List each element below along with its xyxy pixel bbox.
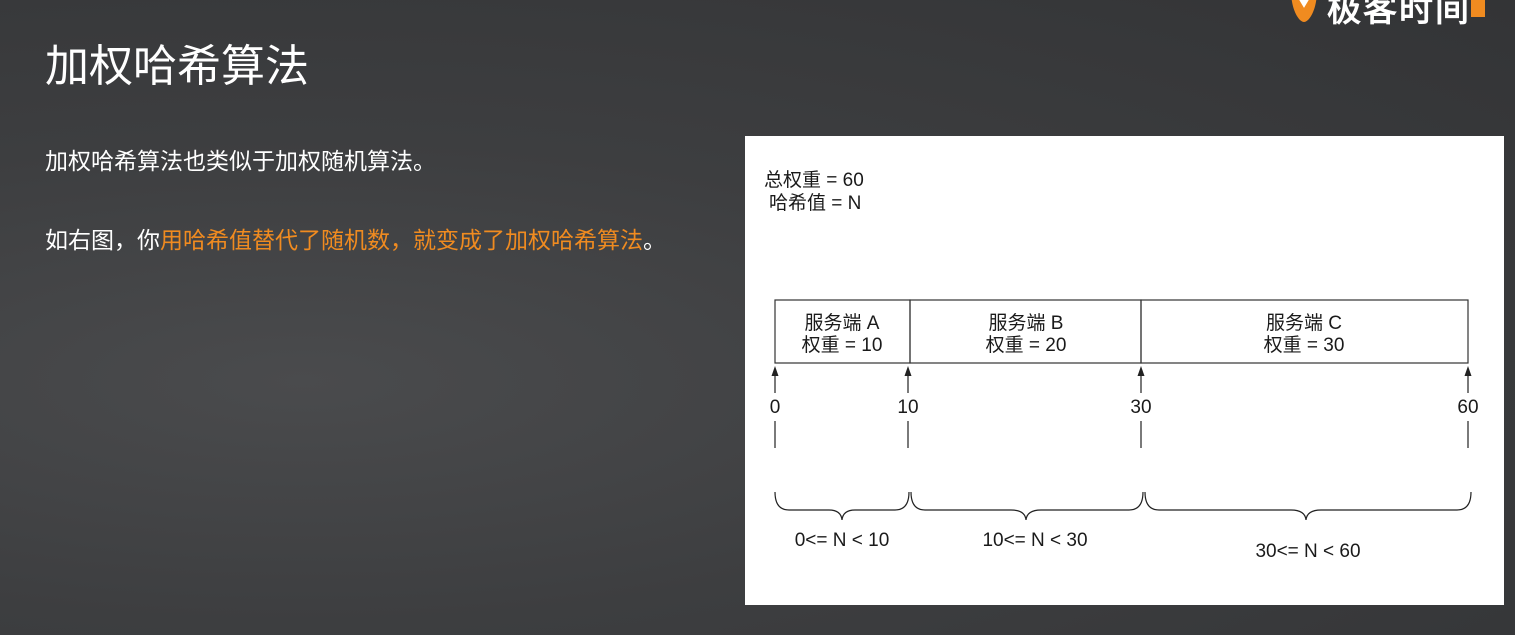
brand-logo: 极客时间 — [1287, 0, 1485, 30]
weighted-hash-diagram: 总权重 = 60 哈希值 = N 服务端 A 权重 = 10 服务端 B 权重 … — [745, 136, 1504, 605]
explanation-prefix: 如右图，你 — [45, 228, 160, 254]
server-b-name: 服务端 B — [989, 312, 1064, 334]
slide-title: 加权哈希算法 — [45, 41, 309, 92]
server-a-weight: 权重 = 10 — [802, 334, 883, 356]
hash-value-label: 哈希值 = N — [769, 192, 861, 214]
explanation-text: 如右图，你用哈希值替代了随机数，就变成了加权哈希算法。 — [45, 222, 695, 260]
seal-icon — [1471, 0, 1485, 17]
range-label-c: 30<= N < 60 — [1255, 541, 1360, 562]
server-b-weight: 权重 = 20 — [986, 334, 1067, 356]
server-c-weight: 权重 = 30 — [1264, 334, 1345, 356]
total-weight-label: 总权重 = 60 — [764, 169, 864, 191]
tick-label: 60 — [1457, 397, 1478, 418]
brand-name: 极客时间 — [1327, 0, 1471, 30]
intro-text: 加权哈希算法也类似于加权随机算法。 — [45, 149, 436, 175]
range-label-a: 0<= N < 10 — [795, 530, 890, 551]
tick-label: 30 — [1130, 397, 1151, 418]
tick-markers — [771, 366, 1472, 448]
explanation-suffix: 。 — [643, 228, 666, 254]
diagram-canvas: 总权重 = 60 哈希值 = N 服务端 A 权重 = 10 服务端 B 权重 … — [764, 169, 1479, 562]
geek-logo-icon — [1291, 0, 1317, 22]
server-a-name: 服务端 A — [805, 312, 880, 334]
range-label-b: 10<= N < 30 — [982, 530, 1087, 551]
explanation-highlight: 用哈希值替代了随机数，就变成了加权哈希算法 — [160, 228, 643, 254]
tick-label: 0 — [770, 397, 781, 418]
tick-label: 10 — [897, 397, 918, 418]
range-braces — [774, 491, 1472, 521]
server-c-name: 服务端 C — [1266, 312, 1342, 334]
